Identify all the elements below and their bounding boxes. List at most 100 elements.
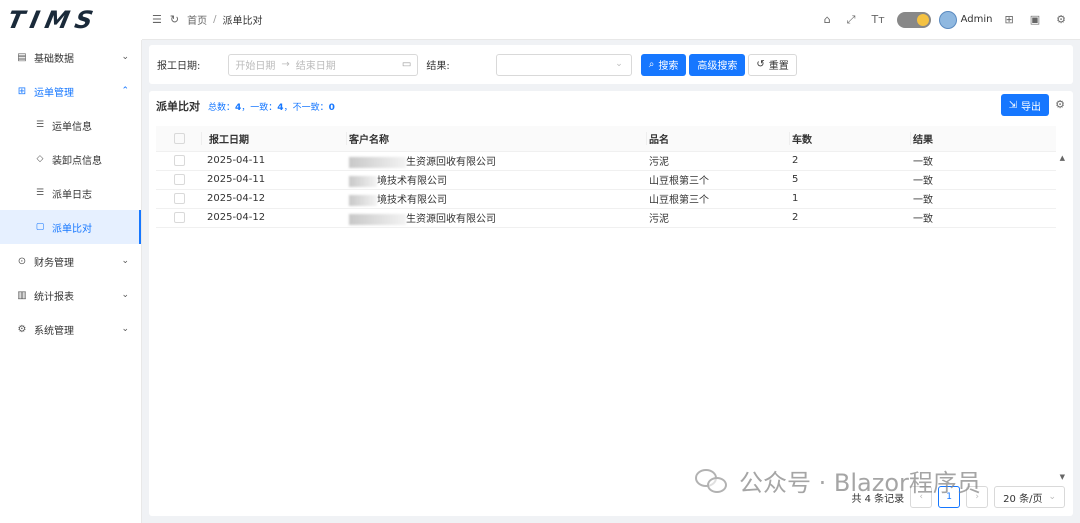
refresh-icon[interactable]: ↻ bbox=[170, 13, 179, 26]
breadcrumb-home[interactable]: 首页 bbox=[187, 12, 207, 27]
scroll-down-arrow-icon[interactable]: ▼ bbox=[1060, 473, 1065, 481]
cell-product: 污泥 bbox=[649, 208, 792, 228]
advanced-search-label: 高级搜索 bbox=[697, 61, 738, 72]
sidebar-subitem-dispatch-compare[interactable]: ▢ 派单比对 bbox=[0, 210, 141, 244]
cell-product: 污泥 bbox=[649, 151, 792, 171]
header-actions: ⌂ ⤢ Tт Admin ⊞ ▣ ⚙ bbox=[820, 10, 1070, 29]
table-panel: 派单比对 总数：4，一致：4，不一致：0 ⇲ 导出 ⚙ 报工日期 客户名称 品名… bbox=[149, 91, 1073, 516]
cell-date: 2025-04-11 bbox=[204, 170, 349, 190]
tag-icon: ◇ bbox=[36, 154, 44, 164]
customer-name: 生资源回收有限公司 bbox=[406, 157, 496, 168]
row-checkbox[interactable] bbox=[174, 192, 185, 204]
row-select-cell bbox=[156, 208, 204, 228]
sidebar-subitem-waybill-info[interactable]: ☰ 运单信息 bbox=[0, 108, 141, 142]
scroll-up-arrow-icon[interactable]: ▲ bbox=[1060, 154, 1065, 162]
end-date-input[interactable]: 结束日期 bbox=[296, 57, 336, 72]
page-size-select[interactable]: 20 条/页 ⌄ bbox=[994, 486, 1065, 508]
export-button-label: 导出 bbox=[1021, 101, 1041, 113]
cell-product: 山豆根第三个 bbox=[649, 189, 792, 209]
cell-product: 山豆根第三个 bbox=[649, 170, 792, 190]
chevron-down-icon: ⌄ bbox=[615, 58, 623, 69]
table-title: 派单比对 bbox=[156, 100, 200, 113]
redacted-block bbox=[349, 194, 377, 206]
window-icon[interactable]: ▣ bbox=[1030, 13, 1040, 26]
select-all-cell bbox=[156, 126, 204, 152]
page-size-label: 20 条/页 bbox=[1003, 493, 1043, 505]
cell-customer: 生资源回收有限公司 bbox=[349, 151, 649, 171]
layout-icon[interactable]: ⊞ bbox=[1005, 13, 1014, 26]
calendar-icon: ▭ bbox=[401, 59, 412, 70]
sidebar-item-label: 运单管理 bbox=[34, 87, 74, 99]
database-icon: ▤ bbox=[17, 51, 27, 63]
app-logo: TIMS bbox=[5, 6, 102, 34]
row-checkbox[interactable] bbox=[174, 173, 185, 185]
compare-icon: ▢ bbox=[35, 222, 45, 232]
table-header-bar: 派单比对 总数：4，一致：4，不一致：0 bbox=[149, 91, 1073, 121]
sidebar-item-waybill-mgmt[interactable]: ⊞ 运单管理 ⌃ bbox=[0, 74, 141, 108]
export-button[interactable]: ⇲ 导出 bbox=[1000, 94, 1049, 116]
sidebar-subitem-loading-points[interactable]: ◇ 装卸点信息 bbox=[0, 142, 141, 176]
cell-date: 2025-04-12 bbox=[204, 189, 349, 209]
settings-gear-icon[interactable]: ⚙ bbox=[1056, 13, 1066, 26]
col-header-date[interactable]: 报工日期 bbox=[201, 126, 349, 152]
fullscreen-icon[interactable]: ⤢ bbox=[847, 13, 856, 27]
sidebar-item-label: 基础数据 bbox=[34, 53, 74, 65]
select-all-checkbox[interactable] bbox=[174, 132, 185, 144]
menu-toggle-icon[interactable]: ☰ bbox=[152, 13, 162, 26]
cell-result: 一致 bbox=[913, 189, 1056, 209]
customer-name: 境技术有限公司 bbox=[377, 176, 447, 187]
app-logo-area: TIMS bbox=[0, 0, 142, 40]
chevron-down-icon: ⌄ bbox=[121, 256, 129, 266]
table-row[interactable]: 2025-04-11 生资源回收有限公司 污泥 2 一致 bbox=[156, 151, 1056, 171]
advanced-search-button[interactable]: 高级搜索 bbox=[689, 53, 746, 76]
cell-customer: 境技术有限公司 bbox=[349, 170, 649, 190]
username[interactable]: Admin bbox=[961, 14, 993, 25]
reset-icon: ↺ bbox=[756, 59, 765, 70]
table-stats: 总数：4，一致：4，不一致：0 bbox=[208, 100, 335, 113]
col-header-result[interactable]: 结果 bbox=[910, 126, 1056, 152]
redacted-block bbox=[349, 175, 377, 187]
date-label: 报工日期: bbox=[157, 61, 201, 72]
stats-consistent-label: ，一致： bbox=[241, 102, 278, 113]
row-checkbox[interactable] bbox=[174, 154, 185, 166]
sidebar-subitem-label: 装卸点信息 bbox=[52, 155, 102, 167]
redacted-block bbox=[349, 213, 406, 225]
chart-icon: ▥ bbox=[17, 289, 27, 301]
col-header-trucks[interactable]: 车数 bbox=[789, 126, 913, 152]
sidebar-item-reports[interactable]: ▥ 统计报表 ⌄ bbox=[0, 278, 141, 312]
redacted-block bbox=[349, 156, 406, 168]
table-row[interactable]: 2025-04-12 生资源回收有限公司 污泥 2 一致 bbox=[156, 208, 1056, 228]
sidebar-item-system[interactable]: ⚙ 系统管理 ⌄ bbox=[0, 312, 141, 346]
user-avatar[interactable] bbox=[938, 10, 957, 29]
theme-toggle[interactable] bbox=[896, 11, 931, 28]
col-header-customer[interactable]: 客户名称 bbox=[346, 126, 649, 152]
sidebar-subitem-dispatch-log[interactable]: ☰ 派单日志 bbox=[0, 176, 141, 210]
home-icon[interactable]: ⌂ bbox=[824, 13, 831, 26]
result-select[interactable]: ⌄ bbox=[495, 53, 632, 76]
cell-trucks: 1 bbox=[792, 189, 913, 209]
column-settings-icon[interactable]: ⚙ bbox=[1055, 98, 1065, 111]
reset-button[interactable]: ↺ 重置 bbox=[748, 53, 797, 76]
result-label: 结果: bbox=[426, 61, 450, 72]
table-row[interactable]: 2025-04-12 境技术有限公司 山豆根第三个 1 一致 bbox=[156, 189, 1056, 209]
chevron-down-icon: ⌄ bbox=[1048, 492, 1056, 502]
search-button[interactable]: ⌕ 搜索 bbox=[640, 53, 687, 76]
sidebar-subitem-label: 运单信息 bbox=[52, 121, 92, 133]
customer-name: 生资源回收有限公司 bbox=[406, 214, 496, 225]
row-checkbox[interactable] bbox=[174, 211, 185, 223]
chevron-up-icon: ⌃ bbox=[121, 86, 129, 96]
cell-trucks: 2 bbox=[792, 151, 913, 171]
search-button-label: 搜索 bbox=[658, 61, 679, 72]
sidebar-item-finance[interactable]: ⊙ 财务管理 ⌄ bbox=[0, 244, 141, 278]
col-header-product[interactable]: 品名 bbox=[646, 126, 792, 152]
search-icon: ⌕ bbox=[648, 59, 655, 70]
sidebar-item-basic-data[interactable]: ▤ 基础数据 ⌄ bbox=[0, 40, 141, 74]
chevron-down-icon: ⌄ bbox=[121, 290, 129, 300]
cell-customer: 境技术有限公司 bbox=[349, 189, 649, 209]
start-date-input[interactable]: 开始日期 bbox=[235, 57, 275, 72]
table-row[interactable]: 2025-04-11 境技术有限公司 山豆根第三个 5 一致 bbox=[156, 170, 1056, 190]
cell-trucks: 5 bbox=[792, 170, 913, 190]
finance-icon: ⊙ bbox=[17, 255, 27, 267]
font-size-icon[interactable]: Tт bbox=[871, 13, 884, 26]
date-range-picker[interactable]: 开始日期 → 结束日期 ▭ bbox=[228, 53, 419, 76]
